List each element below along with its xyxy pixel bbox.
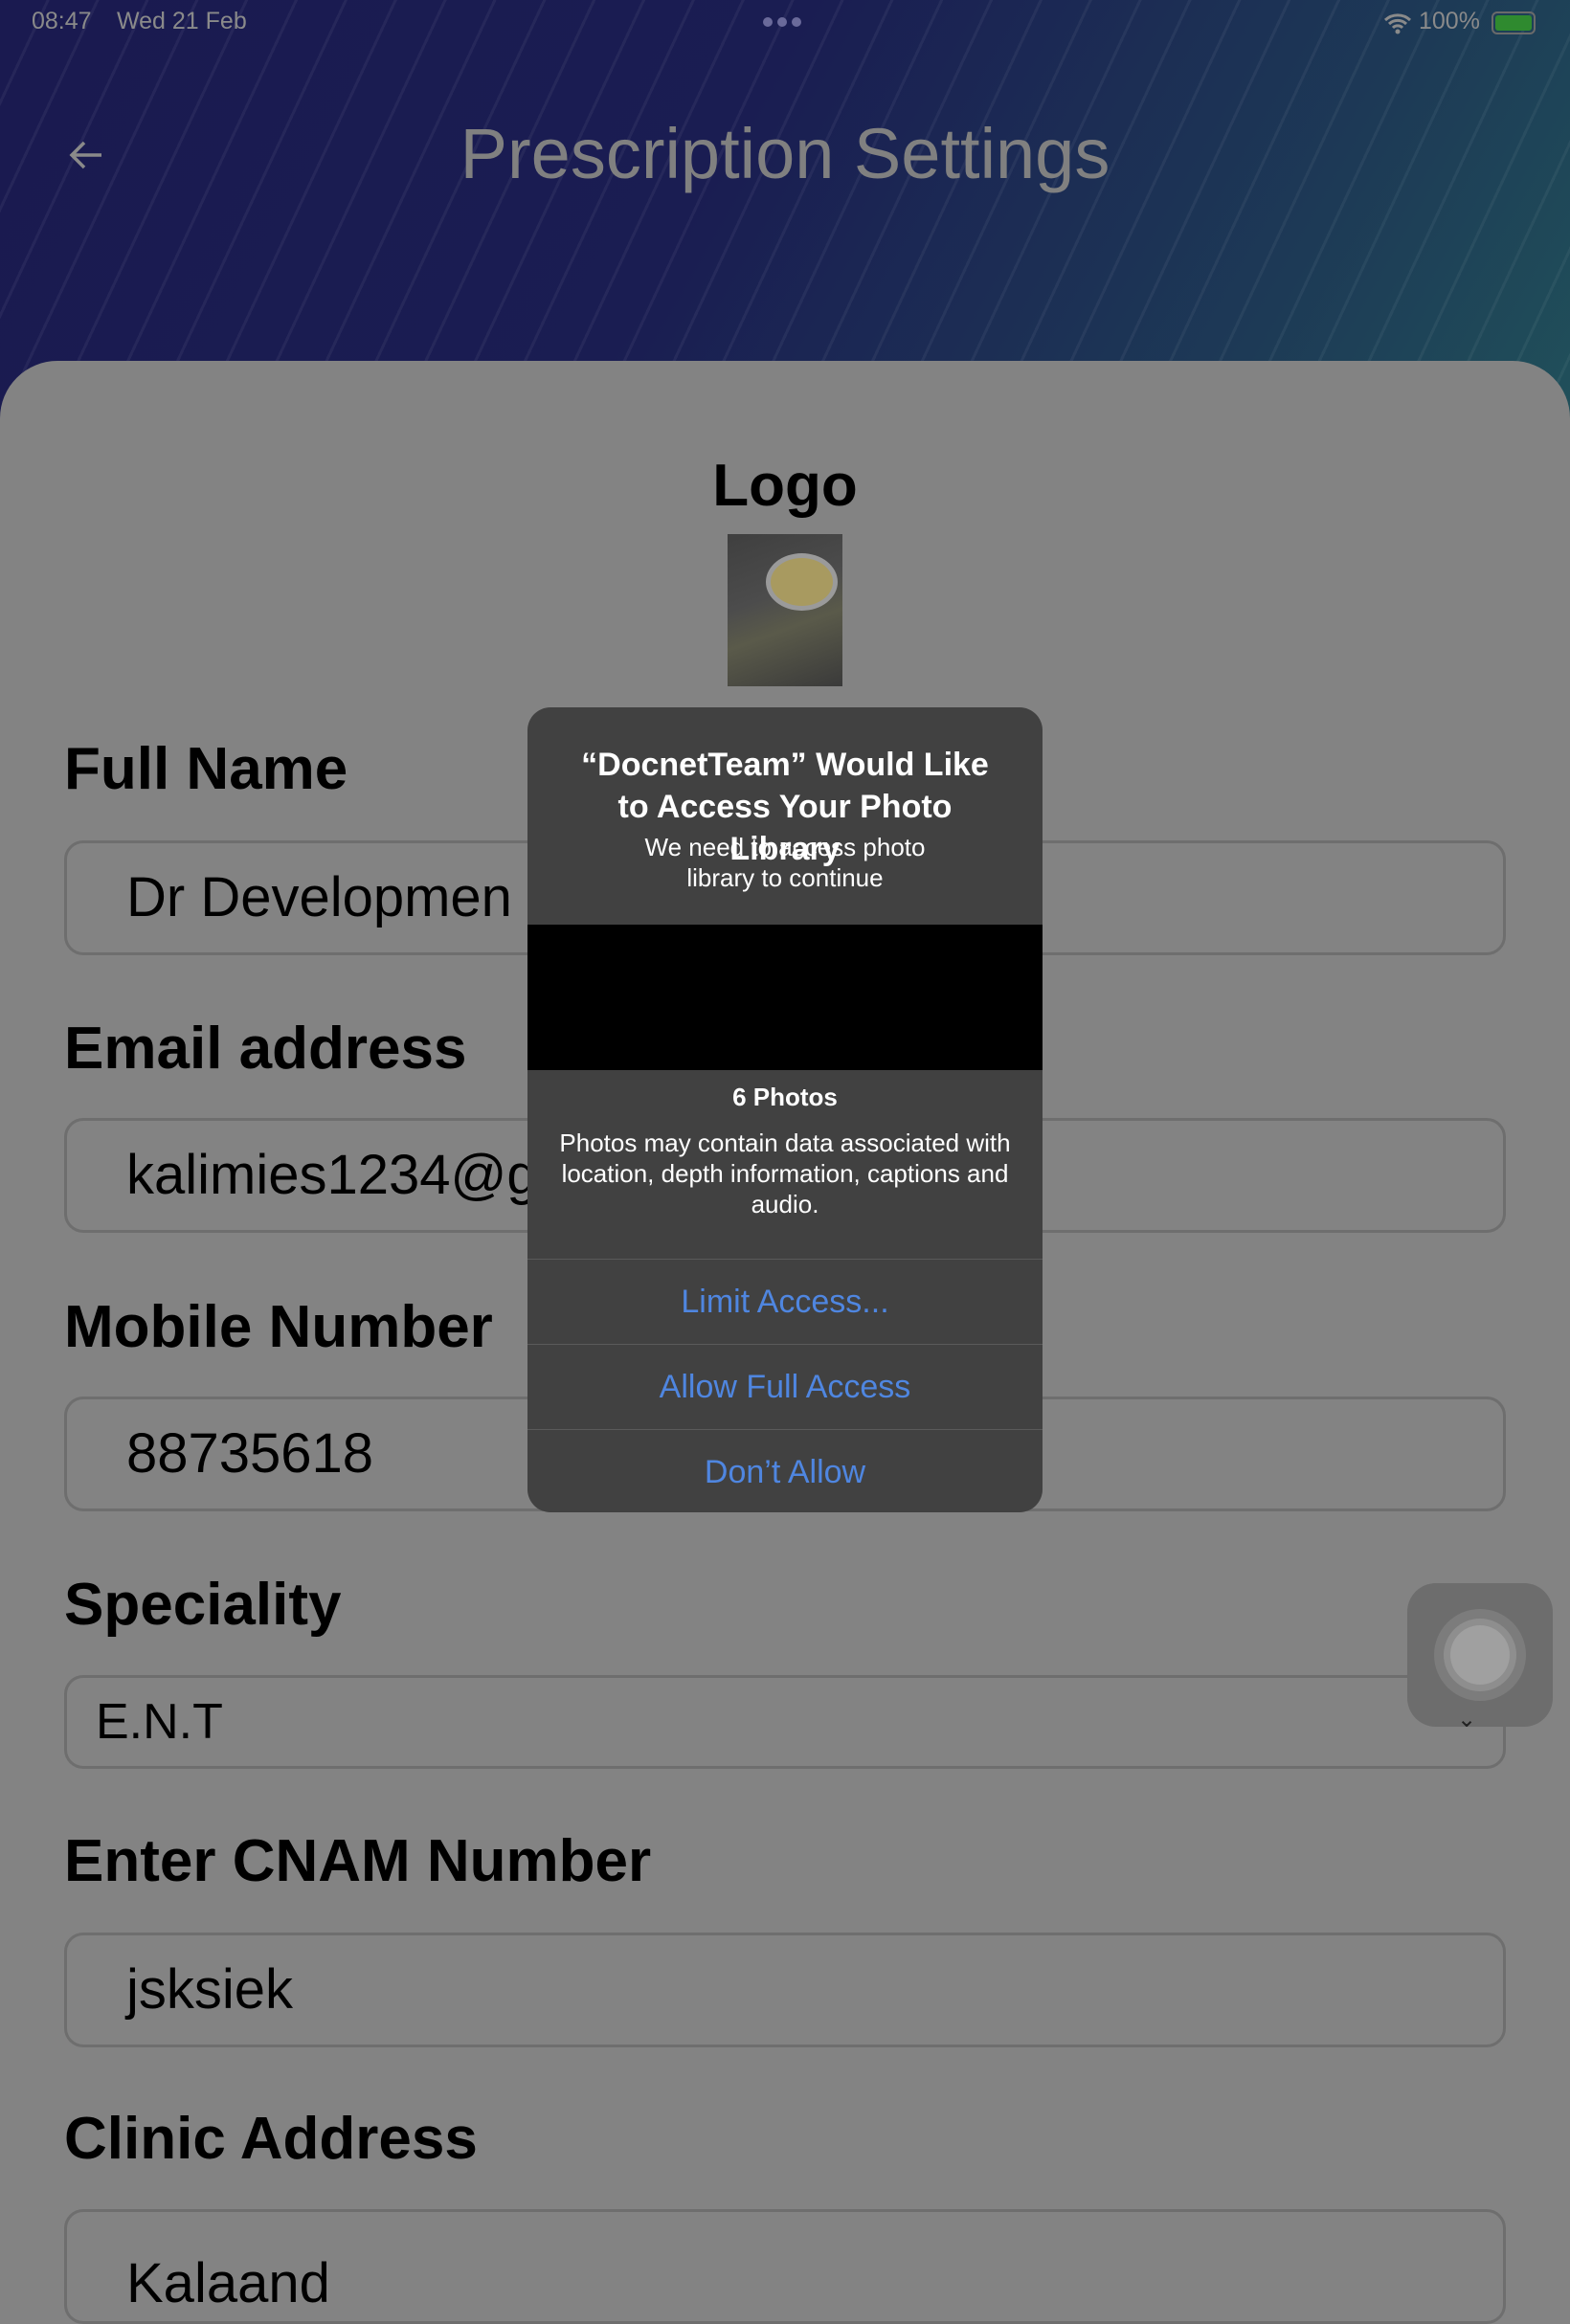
logo-label: Logo bbox=[712, 453, 858, 519]
status-time: 08:47 bbox=[32, 8, 92, 34]
page-title: Prescription Settings bbox=[460, 114, 1110, 193]
assistive-touch-button[interactable] bbox=[1407, 1583, 1553, 1727]
limit-access-button[interactable]: Limit Access... bbox=[527, 1259, 1043, 1344]
speciality-label: Speciality bbox=[64, 1572, 342, 1638]
dont-allow-button[interactable]: Don’t Allow bbox=[527, 1429, 1043, 1512]
multitasking-dots-icon[interactable] bbox=[763, 17, 801, 27]
battery-charging-icon bbox=[1492, 11, 1536, 34]
wifi-icon bbox=[1383, 13, 1412, 34]
photo-preview bbox=[527, 925, 1043, 1070]
chevron-down-icon: ⌄ bbox=[1457, 1707, 1477, 1732]
status-date: Wed 21 Feb bbox=[117, 8, 247, 34]
clinic-address-input[interactable]: Kalaand bbox=[64, 2209, 1506, 2324]
header bbox=[0, 0, 1570, 421]
battery-percent: 100% bbox=[1419, 8, 1480, 34]
dialog-info: Photos may contain data associated with … bbox=[559, 1128, 1011, 1218]
email-label: Email address bbox=[64, 1016, 467, 1082]
cnam-label: Enter CNAM Number bbox=[64, 1828, 652, 1894]
clinic-address-label: Clinic Address bbox=[64, 2106, 478, 2172]
photo-count: 6 Photos bbox=[732, 1083, 838, 1111]
allow-full-access-button[interactable]: Allow Full Access bbox=[527, 1344, 1043, 1429]
logo-image[interactable] bbox=[728, 534, 842, 686]
mobile-label: Mobile Number bbox=[64, 1294, 493, 1360]
full-name-label: Full Name bbox=[64, 736, 348, 802]
cnam-input[interactable]: jsksiek bbox=[64, 1933, 1506, 2047]
speciality-select[interactable]: E.N.T bbox=[64, 1675, 1506, 1769]
dialog-message: We need to access photo library to conti… bbox=[644, 833, 926, 892]
photo-permission-dialog: “DocnetTeam” Would Like to Access Your P… bbox=[527, 707, 1043, 1512]
